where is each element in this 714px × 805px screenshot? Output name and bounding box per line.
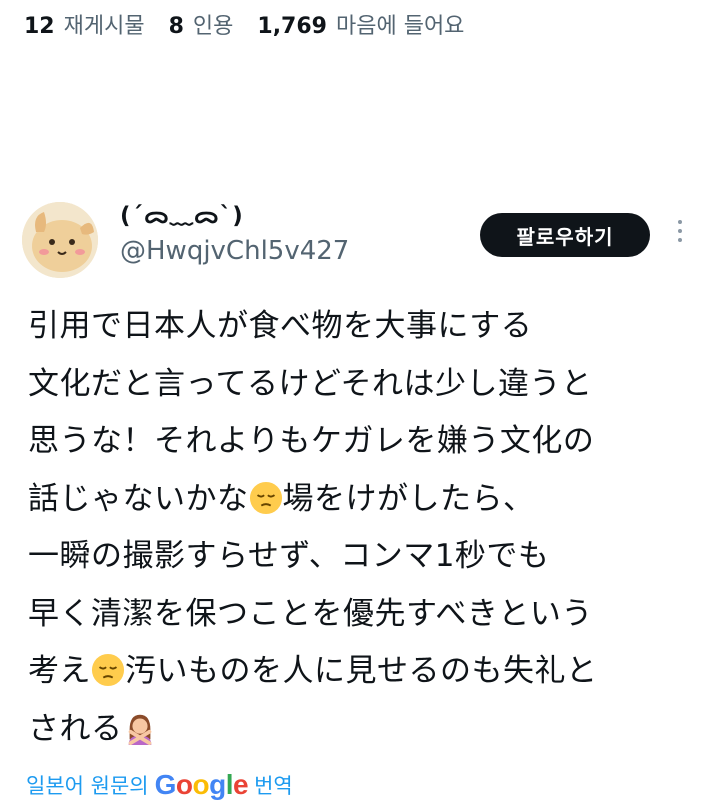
user-handle[interactable]: @HwqjvChl5v427 — [120, 234, 349, 268]
tweet-text-segment: 考え — [28, 653, 91, 689]
quotes-count: 8 — [168, 14, 184, 39]
tweet-line: 引用で日本人が食べ物を大事にする — [28, 308, 533, 344]
google-logo: Google — [154, 769, 249, 800]
tweet-line: 思うな！それよりもケガレを嫌う文化の — [28, 423, 595, 459]
follow-button[interactable]: 팔로우하기 — [480, 213, 650, 257]
tweet-line: される — [28, 701, 678, 759]
tweet-text-segment: される — [28, 710, 123, 747]
likes-stat[interactable]: 1,769 마음에 들어요 — [257, 8, 464, 40]
tweet-line: 早く清潔を保つことを優先すべきという — [28, 595, 593, 632]
tweet-line: 一瞬の撮影すらせず、コンマ1秒でも — [28, 538, 550, 574]
tweet-text-segment: 場をけがしたら、 — [282, 480, 535, 517]
pensive-face-icon — [249, 481, 282, 514]
tweet-text-segment: 話じゃないかな — [28, 480, 249, 517]
pensive-face-icon — [91, 653, 125, 687]
translate-prefix: 일본어 원문의 — [26, 774, 149, 798]
tweet-line: 考え 汚いものを人に見せるのも失礼と — [28, 643, 678, 701]
person-gesturing-no-icon — [128, 714, 151, 745]
tweet-line: 話じゃないかな 場をけがしたら、 — [28, 471, 678, 529]
author-names[interactable]: (´ᯅ﹏ᯅ`) @HwqjvChl5v427 — [120, 200, 349, 268]
reposts-label: 재게시물 — [63, 14, 145, 39]
likes-count: 1,769 — [257, 14, 327, 39]
quotes-label: 인용 — [192, 14, 234, 39]
engagement-stats: 12 재게시물 8 인용 1,769 마음에 들어요 — [24, 8, 488, 39]
translate-link[interactable]: 일본어 원문의 Google 번역 — [26, 768, 293, 802]
tweet-text: 引用で日本人が食べ物を大事にする 文化だと言ってるけどそれは少し違うと 思うな！… — [28, 298, 678, 758]
more-options-icon[interactable] — [674, 220, 686, 248]
tweet-line: 文化だと言ってるけどそれは少し違うと — [28, 365, 593, 402]
reposts-count: 12 — [24, 14, 55, 39]
reposts-stat[interactable]: 12 재게시물 — [24, 8, 145, 40]
quotes-stat[interactable]: 8 인용 — [169, 8, 234, 40]
tweet-text-segment: 汚いものを人に見せるのも失礼と — [125, 653, 598, 689]
tweet-header: (´ᯅ﹏ᯅ`) @HwqjvChl5v427 팔로우하기 — [22, 200, 692, 280]
likes-label: 마음에 들어요 — [335, 14, 465, 39]
display-name[interactable]: (´ᯅ﹏ᯅ`) — [120, 200, 349, 232]
avatar-image — [22, 202, 98, 278]
avatar[interactable] — [22, 202, 98, 278]
translate-suffix: 번역 — [254, 774, 293, 798]
